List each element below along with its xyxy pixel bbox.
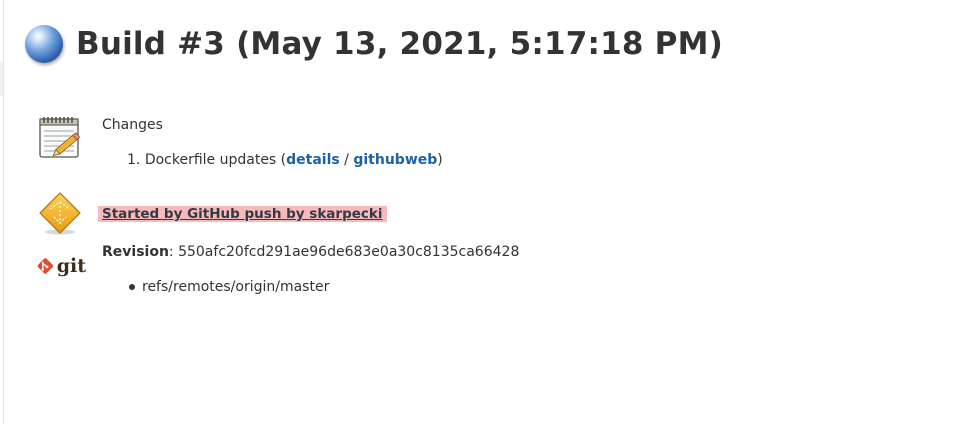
git-logo-icon: git bbox=[36, 254, 86, 278]
page-header: Build #3 (May 13, 2021, 5:17:18 PM) bbox=[24, 22, 723, 66]
git-logo-text: git bbox=[56, 254, 86, 277]
changes-label: Changes bbox=[102, 117, 163, 133]
revision-label: Revision bbox=[102, 244, 169, 260]
cause-highlight: Started by GitHub push by skarpecki bbox=[98, 206, 387, 222]
revision-hash: : 550afc20fcd291ae96de683e0a30c8135ca664… bbox=[168, 244, 520, 260]
change-text: Dockerfile updates ( bbox=[144, 152, 287, 168]
github-push-icon bbox=[39, 192, 81, 235]
change-list-item: 1. Dockerfile updates (details / githubw… bbox=[127, 152, 443, 168]
notepad-icon bbox=[39, 117, 81, 158]
git-diamond-icon bbox=[37, 258, 54, 274]
side-panel-border bbox=[3, 0, 4, 424]
revision-line: Revision: 550afc20fcd291ae96de683e0a30c8… bbox=[102, 244, 519, 260]
started-by-link[interactable]: Started by GitHub push by skarpecki bbox=[102, 206, 383, 222]
branch-name: refs/remotes/origin/master bbox=[142, 279, 330, 295]
page-title: Build #3 (May 13, 2021, 5:17:18 PM) bbox=[76, 26, 723, 62]
change-number: 1. bbox=[127, 152, 141, 168]
blue-ball-icon bbox=[25, 25, 63, 63]
bullet-icon bbox=[129, 284, 135, 290]
side-panel-tab bbox=[0, 62, 3, 96]
details-link[interactable]: details bbox=[286, 152, 340, 168]
branch-list-item: refs/remotes/origin/master bbox=[129, 279, 329, 295]
githubweb-link[interactable]: githubweb bbox=[353, 152, 437, 168]
link-separator: / bbox=[339, 152, 354, 168]
change-close: ) bbox=[437, 152, 443, 168]
